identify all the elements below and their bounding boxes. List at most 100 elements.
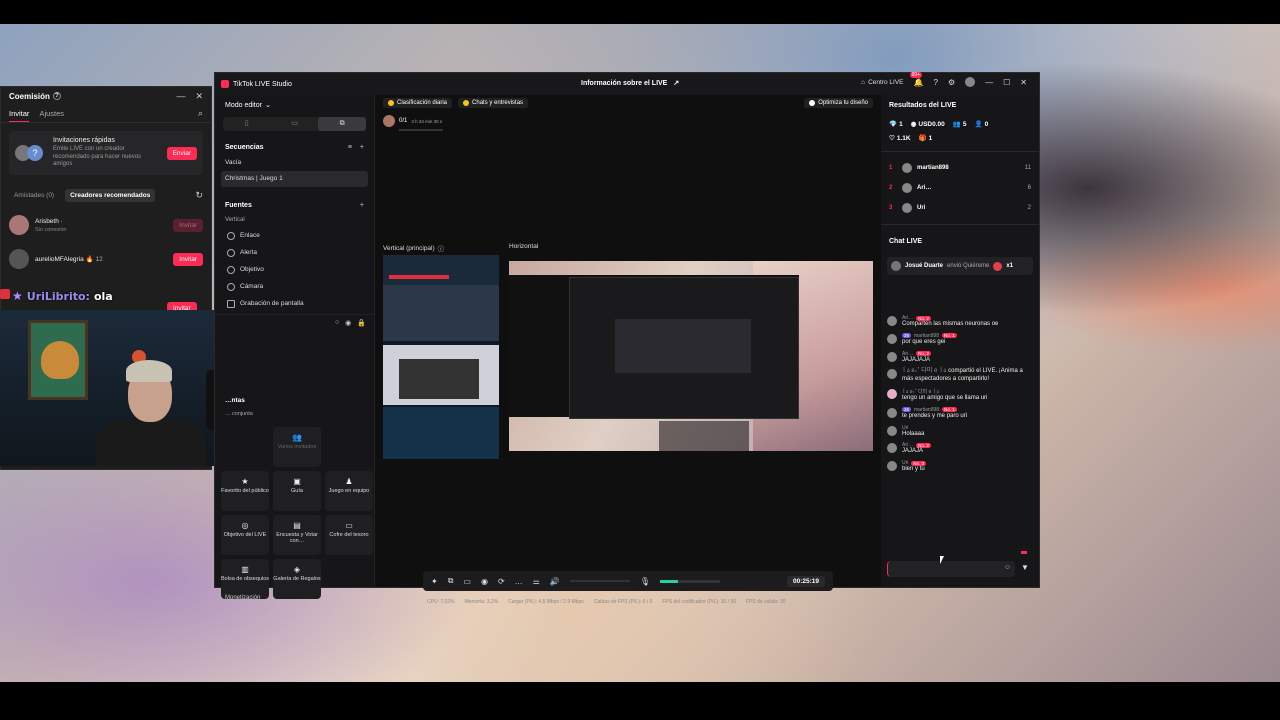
layout-vertical-button[interactable]: ▯	[223, 117, 271, 131]
centro-live-button[interactable]: ⌂ Centro LIVE	[861, 79, 903, 86]
minimize-icon[interactable]: —	[985, 78, 993, 87]
tab-settings[interactable]: Ajustes	[39, 106, 64, 121]
chat-message[interactable]: ꒰ა ʚ₊˚ 다미 ɞ ꒱ა tengo un amigo que se llam…	[881, 388, 1039, 403]
divider	[881, 151, 1039, 152]
chats-interviews-button[interactable]: Chats y entrevistas	[458, 98, 529, 108]
close-icon[interactable]: ✕	[195, 91, 203, 102]
source-item[interactable]: Alerta	[215, 244, 374, 261]
maximize-icon[interactable]: ☐	[1003, 78, 1010, 87]
screen-icon[interactable]: ▭	[463, 577, 471, 586]
sequence-item[interactable]: Vacía	[215, 155, 374, 171]
chat-message[interactable]: Ari… No. 2 Comparten las mismas neuronas o…	[881, 315, 1039, 329]
notifications-icon[interactable]: 🔔 99+	[909, 71, 924, 87]
volume-slider[interactable]	[569, 580, 630, 582]
layout-dual-button[interactable]: ⧉	[318, 117, 367, 131]
info-icon[interactable]: ⓘ	[438, 243, 445, 253]
avatar	[887, 333, 897, 344]
add-sequence-icon[interactable]: +	[360, 144, 364, 151]
chat-text: bien y tu	[902, 466, 925, 473]
invite-button[interactable]: Invitar	[173, 252, 203, 266]
tool-gift-bag[interactable]: ▥ Bolsa de obsequios	[221, 559, 269, 599]
monetization-section[interactable]: Monetización	[225, 595, 260, 601]
live-info[interactable]: Información sobre el LIVE ↗	[581, 79, 679, 88]
goal-time: 3 h 34 min 30 s	[411, 118, 443, 124]
close-icon[interactable]: ✕	[1020, 78, 1027, 87]
tool-poll[interactable]: ▤ Encuesta y Votar con…	[273, 515, 321, 555]
add-source-icon[interactable]: +	[360, 202, 364, 209]
preview-progress	[389, 275, 449, 279]
lock-icon[interactable]: 🔒	[357, 319, 366, 327]
more-icon[interactable]: …	[515, 577, 523, 586]
chat-input[interactable]: ☺	[887, 561, 1015, 577]
replay-icon[interactable]: ⟳	[498, 577, 505, 586]
playback-controls: ✦ ⧉ ▭ ◉ ⟳ … ⚌ 🔊 🎙 00:25:19	[423, 571, 833, 591]
share-icon[interactable]: ↗	[673, 79, 679, 87]
layers-icon[interactable]: ⧉	[448, 576, 454, 586]
chat-message[interactable]: Uri Holaaaa	[881, 425, 1039, 439]
visibility-toggle-icon[interactable]: ○	[335, 319, 339, 326]
tool-gift-gallery[interactable]: ◈ Galería de Regalos	[273, 559, 321, 599]
chat-text: ꒰ა ʚ₊˚ 다미 ɞ ꒱ა compartió el LIVE. ¡Anima…	[902, 368, 1033, 384]
tab-recommended-creators[interactable]: Creadores recomendados	[65, 189, 156, 202]
sequence-item-selected[interactable]: Christmas | Juego 1	[221, 171, 368, 187]
live-goal-widget[interactable]: 0/1 3 h 34 min 30 s	[383, 115, 443, 131]
layout-horizontal-button[interactable]: ▭	[271, 117, 319, 131]
ranking-row[interactable]: 1 martian898 11	[881, 158, 1039, 178]
ranking-row[interactable]: 3 Uri 2	[881, 198, 1039, 218]
speaker-icon[interactable]: 🔊	[550, 577, 560, 586]
mixer-icon[interactable]: ⚌	[533, 577, 540, 586]
chat-message[interactable]: Uri No. 3 bien y tu	[881, 460, 1039, 474]
eye-icon[interactable]: ◉	[345, 319, 351, 327]
viewers-value: 5	[962, 120, 967, 128]
chat-text: JAJAJA	[902, 448, 924, 455]
tool-treasure-chest[interactable]: ▭ Cofre del tesoro	[325, 515, 373, 555]
lightbulb-icon	[809, 100, 816, 106]
tool-label: Favorito del público	[221, 488, 269, 494]
tool-team-game[interactable]: ♟ Juego en equipo	[325, 471, 373, 511]
list-icon[interactable]: ≡	[348, 144, 352, 151]
tab-invite[interactable]: Invitar	[9, 106, 30, 122]
emoji-icon[interactable]: ☺	[1004, 564, 1011, 571]
source-item[interactable]: Grabación de pantalla	[215, 295, 374, 312]
tool-live-goal[interactable]: ◎ Objetivo del LIVE	[221, 515, 269, 555]
horizontal-preview-label: Horizontal	[509, 243, 539, 250]
vertical-preview[interactable]	[383, 255, 499, 459]
chat-message[interactable]: 26 martian898 No. 1 te prendes y me paro ur…	[881, 407, 1039, 421]
source-label: Grabación de pantalla	[240, 300, 304, 307]
filter-icon[interactable]: ▼	[1021, 563, 1029, 572]
search-icon[interactable]: ⌕	[198, 108, 203, 119]
magic-wand-icon[interactable]: ✦	[431, 577, 438, 586]
record-icon[interactable]: ◉	[481, 577, 488, 586]
microphone-icon[interactable]: 🎙	[640, 577, 650, 586]
minimize-icon[interactable]: —	[176, 91, 185, 102]
preview-overlay	[659, 421, 749, 451]
tool-multi-guest[interactable]: 👥 Varios invitados	[273, 427, 321, 467]
source-item[interactable]: Enlace	[215, 227, 374, 244]
tool-guide[interactable]: ▣ Guía	[273, 471, 321, 511]
chat-message[interactable]: 26 martian898 No. 1 por que eres gei	[881, 333, 1039, 347]
send-button[interactable]: Enviar	[166, 146, 197, 160]
avatar[interactable]	[965, 77, 976, 87]
sources-title: Fuentes	[225, 201, 252, 209]
source-item[interactable]: Cámara	[215, 278, 374, 295]
chat-message[interactable]: Ari… No. 2 JAJAJA	[881, 442, 1039, 456]
daily-ranking-button[interactable]: Clasificación diaria	[383, 98, 453, 108]
chat-message[interactable]: ꒰ა ʚ₊˚ 다미 ɞ ꒱ა compartió el LIVE. ¡Anima…	[881, 368, 1039, 384]
tab-friends[interactable]: Amistades (0)	[9, 189, 59, 202]
refresh-icon[interactable]: ↻	[195, 190, 203, 201]
mode-editor-dropdown[interactable]: Modo editor ⌄	[215, 95, 374, 115]
horizontal-preview[interactable]	[509, 261, 873, 451]
help-icon[interactable]: ?	[934, 78, 938, 87]
help-icon[interactable]: ?	[52, 92, 61, 100]
tool-audience-favorite[interactable]: ★ Favorito del público	[221, 471, 269, 511]
optimize-design-button[interactable]: Optimiza tu diseño	[804, 98, 873, 108]
avatar	[887, 425, 897, 436]
source-item[interactable]: Objetivo	[215, 261, 374, 278]
user-status: Sin conexión	[35, 226, 67, 233]
mic-level-meter[interactable]	[659, 579, 720, 583]
chat-message[interactable]: Ari… No. 2 JAJAJAJA	[881, 351, 1039, 365]
settings-icon[interactable]: ⚙	[948, 78, 955, 87]
ranking-row[interactable]: 2 Ari… 6	[881, 178, 1039, 198]
invite-button[interactable]: Invitar	[173, 218, 203, 232]
centro-live-label: Centro LIVE	[868, 78, 904, 86]
